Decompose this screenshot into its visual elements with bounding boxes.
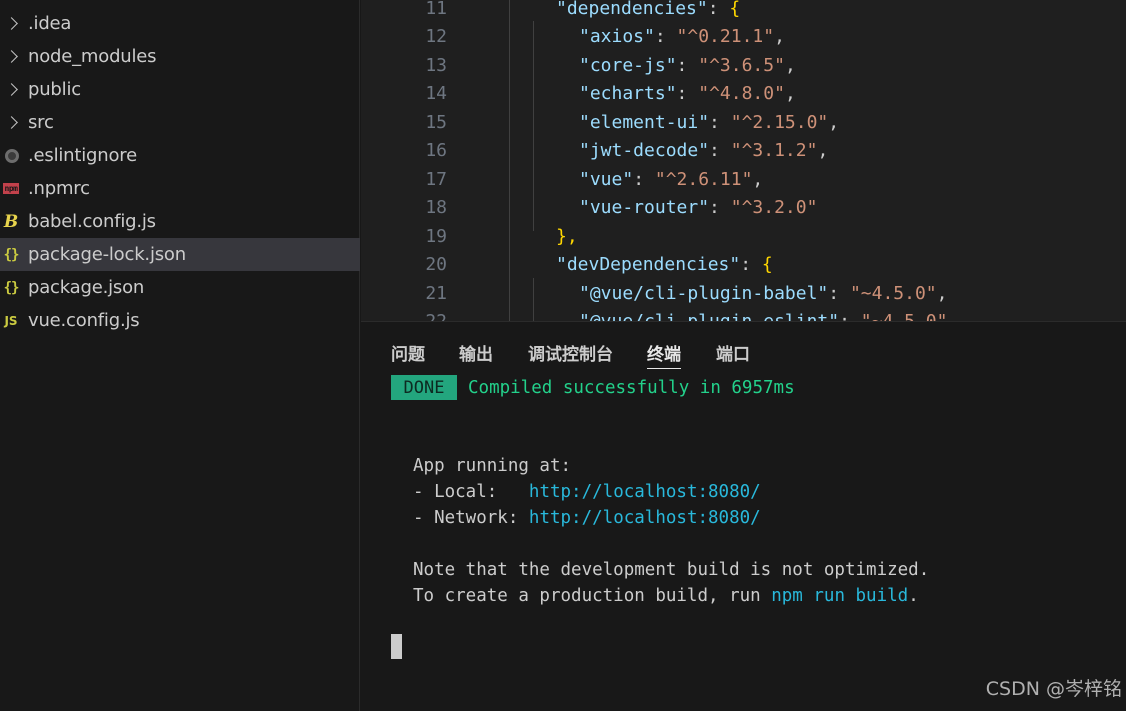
line-number: 15 bbox=[425, 111, 447, 133]
line-number: 18 bbox=[425, 197, 447, 219]
line-number: 16 bbox=[425, 140, 447, 162]
code-line: 17 "vue": "^2.6.11", bbox=[361, 165, 1126, 194]
bottom-panel: 问题 输出 调试控制台 终端 端口 DONE Compiled successf… bbox=[361, 321, 1126, 711]
tab-debug-console[interactable]: 调试控制台 bbox=[528, 340, 613, 365]
line-number: 13 bbox=[425, 54, 447, 76]
json-icon: {} bbox=[3, 279, 20, 296]
tree-item-label: .idea bbox=[28, 13, 72, 34]
code-text: "echarts": "^4.8.0", bbox=[579, 83, 796, 105]
local-url-link[interactable]: http://localhost:8080/ bbox=[529, 482, 761, 502]
code-line: 11 "dependencies": { bbox=[361, 0, 1126, 23]
code-text: "element-ui": "^2.15.0", bbox=[579, 111, 840, 133]
code-line: 22 "@vue/cli-plugin-eslint": "~4.5.0", bbox=[361, 308, 1126, 321]
tree-item-vue-config[interactable]: JS vue.config.js bbox=[0, 304, 360, 337]
code-line: 12 "axios": "^0.21.1", bbox=[361, 23, 1126, 52]
code-text: "axios": "^0.21.1", bbox=[579, 26, 785, 48]
note-prefix: To create a production build, run bbox=[413, 586, 772, 606]
line-number: 14 bbox=[425, 83, 447, 105]
code-text: "dependencies": { bbox=[556, 0, 741, 19]
code-text: "vue-router": "^3.2.0" bbox=[579, 197, 818, 219]
code-text: "jwt-decode": "^3.1.2", bbox=[579, 140, 829, 162]
tree-item-idea[interactable]: .idea bbox=[0, 7, 360, 40]
code-line: 19 }, bbox=[361, 222, 1126, 251]
tree-item-label: babel.config.js bbox=[28, 211, 156, 232]
line-number: 21 bbox=[425, 282, 447, 304]
tree-item-public[interactable]: public bbox=[0, 73, 360, 106]
code-line: 16 "jwt-decode": "^3.1.2", bbox=[361, 137, 1126, 166]
tree-item-label: .eslintignore bbox=[28, 145, 137, 166]
tree-item-package-lock[interactable]: {} package-lock.json bbox=[0, 238, 360, 271]
network-url-link[interactable]: http://localhost:8080/ bbox=[529, 508, 761, 528]
line-number: 17 bbox=[425, 168, 447, 190]
tree-item-label: public bbox=[28, 79, 81, 100]
js-icon: JS bbox=[4, 313, 18, 328]
network-line: - Network: http://localhost:8080/ bbox=[413, 505, 761, 531]
tree-item-babel-config[interactable]: B babel.config.js bbox=[0, 205, 360, 238]
code-line: 13 "core-js": "^3.6.5", bbox=[361, 51, 1126, 80]
chevron-right-icon[interactable] bbox=[0, 116, 28, 129]
chevron-right-icon[interactable] bbox=[0, 83, 28, 96]
chevron-right-icon[interactable] bbox=[0, 50, 28, 63]
tree-item-eslintignore[interactable]: .eslintignore bbox=[0, 139, 360, 172]
build-command: npm run build bbox=[771, 586, 909, 606]
tree-item-src[interactable]: src bbox=[0, 106, 360, 139]
code-text: }, bbox=[556, 225, 578, 247]
tab-ports[interactable]: 端口 bbox=[716, 340, 750, 365]
tab-terminal[interactable]: 终端 bbox=[647, 340, 681, 369]
tree-item-label: .npmrc bbox=[28, 178, 90, 199]
code-text: "@vue/cli-plugin-eslint": "~4.5.0", bbox=[579, 311, 958, 321]
tree-item-label: node_modules bbox=[28, 46, 157, 67]
tree-item-label: package-lock.json bbox=[28, 244, 186, 265]
code-text: "@vue/cli-plugin-babel": "~4.5.0", bbox=[579, 282, 948, 304]
compiled-message: Compiled successfully in 6957ms bbox=[468, 378, 795, 398]
done-badge: DONE bbox=[391, 375, 457, 400]
csdn-watermark: CSDN @岑梓铭 bbox=[985, 678, 1122, 700]
line-number: 22 bbox=[361, 311, 447, 321]
line-number: 11 bbox=[425, 0, 447, 19]
explorer-sidebar: .idea node_modules public src .eslintign… bbox=[0, 0, 360, 711]
code-line: 20 "devDependencies": { bbox=[361, 251, 1126, 280]
tab-output[interactable]: 输出 bbox=[459, 340, 493, 365]
code-text: "devDependencies": { bbox=[556, 254, 773, 276]
eslint-icon bbox=[0, 148, 28, 163]
code-line: 18 "vue-router": "^3.2.0" bbox=[361, 194, 1126, 223]
app-running-text: App running at: bbox=[413, 456, 572, 476]
note-line-2: To create a production build, run npm ru… bbox=[413, 583, 919, 609]
tree-item-node-modules[interactable]: node_modules bbox=[0, 40, 360, 73]
note-suffix: . bbox=[908, 586, 919, 606]
tree-item-label: vue.config.js bbox=[28, 310, 140, 331]
code-text: "vue": "^2.6.11", bbox=[579, 168, 764, 190]
code-line: 14 "echarts": "^4.8.0", bbox=[361, 80, 1126, 109]
network-label: - Network: bbox=[413, 508, 529, 528]
terminal-cursor[interactable] bbox=[391, 634, 402, 659]
tree-item-package-json[interactable]: {} package.json bbox=[0, 271, 360, 304]
note-line-1: Note that the development build is not o… bbox=[413, 560, 930, 580]
code-line: 21 "@vue/cli-plugin-babel": "~4.5.0", bbox=[361, 279, 1126, 308]
tab-problems[interactable]: 问题 bbox=[391, 340, 425, 365]
code-editor[interactable]: 11 "dependencies": { 12 "axios": "^0.21.… bbox=[361, 0, 1126, 321]
line-number: 19 bbox=[425, 225, 447, 247]
npm-icon: npm bbox=[2, 183, 20, 194]
json-icon: {} bbox=[3, 246, 20, 263]
vscode-window: .idea node_modules public src .eslintign… bbox=[0, 0, 1126, 711]
babel-icon: B bbox=[3, 211, 19, 232]
tree-item-npmrc[interactable]: npm .npmrc bbox=[0, 172, 360, 205]
code-line: 15 "element-ui": "^2.15.0", bbox=[361, 108, 1126, 137]
tree-item-label: package.json bbox=[28, 277, 145, 298]
code-text: "core-js": "^3.6.5", bbox=[579, 54, 796, 76]
local-label: - Local: bbox=[413, 482, 529, 502]
line-number: 20 bbox=[425, 254, 447, 276]
tree-item-label: src bbox=[28, 112, 54, 133]
line-number: 12 bbox=[425, 26, 447, 48]
chevron-right-icon[interactable] bbox=[0, 17, 28, 30]
local-line: - Local: http://localhost:8080/ bbox=[413, 479, 761, 505]
